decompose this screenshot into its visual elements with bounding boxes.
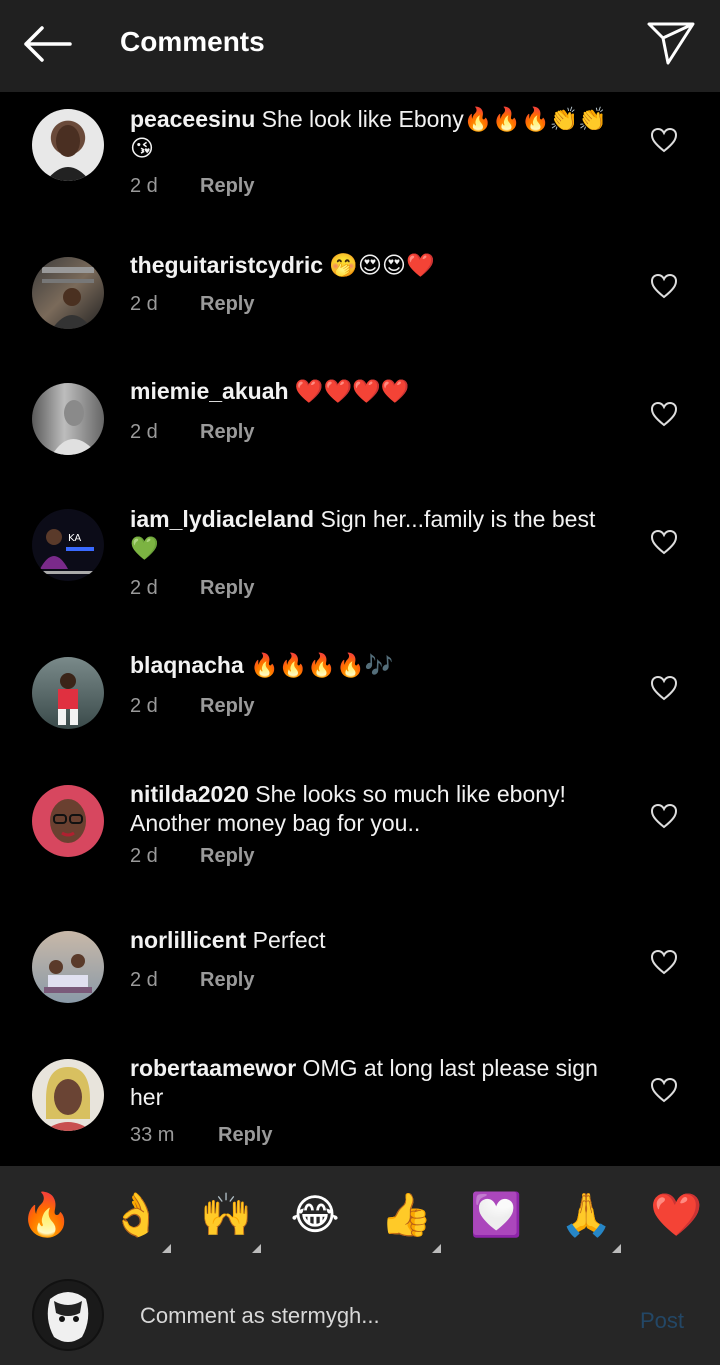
page-title: Comments — [120, 26, 265, 57]
comment-time: 2 d — [130, 969, 158, 991]
heart-icon[interactable] — [650, 273, 678, 299]
skin-tone-indicator-icon — [162, 1244, 171, 1253]
reply-button[interactable]: Reply — [200, 293, 254, 316]
skin-tone-indicator-icon — [612, 1244, 621, 1253]
comment-username[interactable]: blaqnacha — [130, 652, 244, 678]
comment-username[interactable]: peaceesinu — [130, 106, 255, 132]
comment-username[interactable]: iam_lydiacleland — [130, 506, 314, 532]
reply-button[interactable]: Reply — [200, 577, 254, 600]
comment-list[interactable]: peaceesinu She look like Ebony🔥🔥🔥👏👏 😘 2 … — [0, 92, 720, 1166]
reply-button[interactable]: Reply — [200, 421, 254, 444]
raising-hands-emoji-button[interactable]: 🙌 — [200, 1190, 252, 1240]
back-arrow-icon[interactable] — [22, 24, 72, 64]
skin-tone-indicator-icon — [432, 1244, 441, 1253]
comment-item: norlillicent Perfect 2 d Reply — [0, 911, 720, 1039]
ok-hand-emoji-button[interactable]: 👌 — [110, 1190, 162, 1240]
quick-emoji-bar: 🔥 👌 🙌 😂 👍 💟 🙏 ❤️ — [0, 1166, 720, 1266]
comment-time: 2 d — [130, 175, 158, 197]
comment-meta: 2 d Reply — [130, 175, 254, 198]
heart-icon[interactable] — [650, 949, 678, 975]
comment-text: norlillicent Perfect — [130, 927, 326, 953]
heart-icon[interactable] — [650, 401, 678, 427]
thumbs-up-emoji-button[interactable]: 👍 — [380, 1190, 432, 1240]
comment-username[interactable]: nitilda2020 — [130, 781, 249, 807]
avatar[interactable] — [32, 1059, 104, 1131]
avatar[interactable] — [32, 383, 104, 455]
heart-icon[interactable] — [650, 1077, 678, 1103]
avatar[interactable] — [32, 257, 104, 329]
comment-username[interactable]: norlillicent — [130, 927, 246, 953]
comment-meta: 2 d Reply — [130, 969, 254, 992]
comment-username[interactable]: robertaamewor — [130, 1055, 296, 1081]
post-button[interactable]: Post — [640, 1308, 684, 1334]
comment-username[interactable]: miemie_akuah — [130, 378, 289, 404]
comment-meta: 2 d Reply — [130, 845, 254, 868]
heart-decoration-emoji-button[interactable]: 💟 — [470, 1190, 522, 1240]
heart-icon[interactable] — [650, 127, 678, 153]
comment-text: iam_lydiacleland Sign her...family is th… — [130, 506, 596, 561]
comment-meta: 2 d Reply — [130, 421, 254, 444]
comment-meta: 2 d Reply — [130, 293, 254, 316]
comment-meta: 2 d Reply — [130, 577, 254, 600]
red-heart-emoji-button[interactable]: ❤️ — [650, 1190, 702, 1240]
header-bar: Comments — [0, 0, 720, 92]
comment-meta: 2 d Reply — [130, 695, 254, 718]
comment-item: miemie_akuah ❤️❤️❤️❤️ 2 d Reply — [0, 362, 720, 490]
reply-button[interactable]: Reply — [200, 969, 254, 992]
comment-composer: Post — [0, 1266, 720, 1365]
avatar[interactable] — [32, 657, 104, 729]
comment-text: peaceesinu She look like Ebony🔥🔥🔥👏👏 😘 — [130, 106, 607, 161]
heart-icon[interactable] — [650, 675, 678, 701]
avatar[interactable] — [32, 785, 104, 857]
comment-text: miemie_akuah ❤️❤️❤️❤️ — [130, 378, 410, 404]
comment-text: blaqnacha 🔥🔥🔥🔥🎶 — [130, 652, 394, 678]
comment-time: 2 d — [130, 421, 158, 443]
comment-text: robertaamewor OMG at long last please si… — [130, 1055, 598, 1110]
current-user-avatar — [32, 1279, 104, 1351]
fire-emoji-button[interactable]: 🔥 — [20, 1190, 72, 1240]
svg-text:KA: KA — [68, 533, 81, 544]
comment-item: robertaamewor OMG at long last please si… — [0, 1039, 720, 1166]
comment-item: nitilda2020 She looks so much like ebony… — [0, 765, 720, 911]
comment-input[interactable] — [140, 1296, 610, 1336]
heart-icon[interactable] — [650, 529, 678, 555]
folded-hands-emoji-button[interactable]: 🙏 — [560, 1190, 612, 1240]
reply-button[interactable]: Reply — [218, 1124, 272, 1147]
reply-button[interactable]: Reply — [200, 845, 254, 868]
comment-meta: 33 m Reply — [130, 1124, 272, 1147]
comment-item: theguitaristcydric 🤭😍😍❤️ 2 d Reply — [0, 232, 720, 362]
direct-message-icon[interactable] — [646, 20, 696, 66]
comment-item: blaqnacha 🔥🔥🔥🔥🎶 2 d Reply — [0, 637, 720, 765]
skin-tone-indicator-icon — [252, 1244, 261, 1253]
comment-time: 2 d — [130, 577, 158, 599]
comment-time: 2 d — [130, 695, 158, 717]
comment-text: theguitaristcydric 🤭😍😍❤️ — [130, 252, 435, 278]
laughing-emoji-button[interactable]: 😂 — [290, 1190, 340, 1240]
comment-username[interactable]: theguitaristcydric — [130, 252, 323, 278]
avatar[interactable] — [32, 109, 104, 181]
heart-icon[interactable] — [650, 803, 678, 829]
reply-button[interactable]: Reply — [200, 695, 254, 718]
avatar[interactable] — [32, 931, 104, 1003]
comment-time: 33 m — [130, 1124, 175, 1146]
comment-time: 2 d — [130, 293, 158, 315]
comment-time: 2 d — [130, 845, 158, 867]
comment-item: KA iam_lydiacleland Sign her...family is… — [0, 490, 720, 637]
comment-text: nitilda2020 She looks so much like ebony… — [130, 781, 566, 836]
avatar[interactable]: KA — [32, 509, 104, 581]
reply-button[interactable]: Reply — [200, 175, 254, 198]
comment-item: peaceesinu She look like Ebony🔥🔥🔥👏👏 😘 2 … — [0, 92, 720, 232]
